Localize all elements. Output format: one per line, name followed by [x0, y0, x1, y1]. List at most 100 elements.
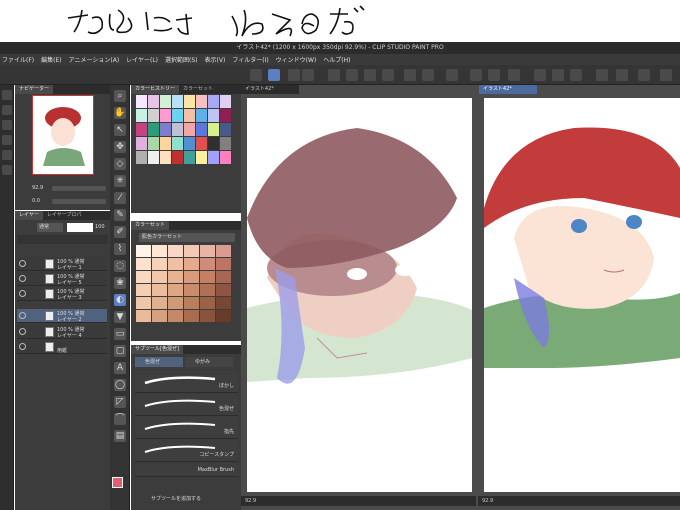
- ruler-icon[interactable]: ◸: [114, 396, 126, 408]
- deselect-icon[interactable]: [534, 69, 546, 81]
- brush-mode-icon[interactable]: [268, 69, 280, 81]
- history-swatch[interactable]: [196, 95, 207, 108]
- menu-selection[interactable]: 選択範囲(S): [165, 55, 198, 64]
- main-color-swatch[interactable]: [112, 477, 123, 488]
- skin-swatch[interactable]: [152, 258, 167, 270]
- history-swatch[interactable]: [148, 151, 159, 164]
- eye-icon[interactable]: [19, 290, 26, 297]
- history-swatch[interactable]: [160, 123, 171, 136]
- menu-edit[interactable]: 編集(E): [41, 55, 61, 64]
- skin-swatch[interactable]: [168, 245, 183, 257]
- rotate-slider[interactable]: [52, 199, 106, 204]
- history-swatch[interactable]: [184, 123, 195, 136]
- eye-icon[interactable]: [19, 260, 26, 267]
- history-swatch[interactable]: [136, 137, 147, 150]
- skin-swatch[interactable]: [168, 297, 183, 309]
- color-set-dropdown[interactable]: 肌色カラーセット: [139, 233, 235, 242]
- tab-layer[interactable]: レイヤー: [15, 211, 43, 220]
- skin-swatch[interactable]: [200, 258, 215, 270]
- history-swatch[interactable]: [172, 109, 183, 122]
- zoom-icon[interactable]: ⌕: [114, 90, 126, 102]
- zoom-slider[interactable]: [52, 186, 106, 191]
- brush-item[interactable]: ぼかし: [135, 371, 238, 393]
- undo-icon[interactable]: [404, 69, 416, 81]
- history-swatch[interactable]: [148, 95, 159, 108]
- history-swatch[interactable]: [160, 151, 171, 164]
- invert-selection-icon[interactable]: [552, 69, 564, 81]
- zoom-readout-left[interactable]: 92.9: [245, 498, 256, 504]
- ruler-icon[interactable]: [596, 69, 608, 81]
- layer-row[interactable]: 100 % 通常 レイヤー 5: [17, 272, 107, 286]
- skin-swatch[interactable]: [184, 297, 199, 309]
- skin-swatch[interactable]: [152, 284, 167, 296]
- eye-icon[interactable]: [19, 343, 26, 350]
- pen-icon[interactable]: [638, 69, 650, 81]
- layer-icon[interactable]: [2, 120, 12, 130]
- skin-swatch[interactable]: [184, 245, 199, 257]
- skin-swatch[interactable]: [136, 245, 151, 257]
- skin-swatch[interactable]: [152, 310, 167, 322]
- menu-layer[interactable]: レイヤー(L): [126, 55, 158, 64]
- history-swatch[interactable]: [184, 109, 195, 122]
- correct-line-icon[interactable]: ⌒: [114, 413, 126, 425]
- menu-view[interactable]: 表示(V): [205, 55, 226, 64]
- history-swatch[interactable]: [160, 95, 171, 108]
- eye-icon[interactable]: [19, 312, 26, 319]
- studio-icon[interactable]: [302, 69, 314, 81]
- skin-color-grid[interactable]: [136, 245, 236, 325]
- history-swatch[interactable]: [148, 137, 159, 150]
- tab-color-history[interactable]: カラーヒストリー: [131, 85, 180, 94]
- layer-row[interactable]: 100 % 通常 レイヤー 4: [17, 325, 107, 339]
- skin-swatch[interactable]: [136, 258, 151, 270]
- skin-swatch[interactable]: [152, 271, 167, 283]
- figure-icon[interactable]: ▢: [114, 345, 126, 357]
- eyedropper-icon[interactable]: ⁄: [114, 192, 126, 204]
- hand-icon[interactable]: ✋: [114, 107, 126, 119]
- skin-swatch[interactable]: [136, 310, 151, 322]
- skin-swatch[interactable]: [184, 258, 199, 270]
- history-swatch[interactable]: [196, 123, 207, 136]
- brush-item[interactable]: コピースタンプ: [135, 440, 238, 462]
- chevron-down-icon[interactable]: [288, 69, 300, 81]
- ruler-snap-icon[interactable]: [616, 69, 628, 81]
- skin-swatch[interactable]: [216, 258, 231, 270]
- skin-swatch[interactable]: [152, 297, 167, 309]
- brush-icon[interactable]: ⌇: [114, 243, 126, 255]
- skin-swatch[interactable]: [200, 310, 215, 322]
- frame-icon[interactable]: ▤: [114, 430, 126, 442]
- new-file-icon[interactable]: [328, 69, 340, 81]
- skin-swatch[interactable]: [136, 297, 151, 309]
- skin-swatch[interactable]: [136, 284, 151, 296]
- menu-window[interactable]: ウィンドウ(W): [276, 55, 317, 64]
- history-swatch[interactable]: [136, 151, 147, 164]
- history-swatch[interactable]: [136, 95, 147, 108]
- skin-swatch[interactable]: [136, 271, 151, 283]
- move-icon[interactable]: ✥: [114, 141, 126, 153]
- skin-swatch[interactable]: [216, 245, 231, 257]
- snap-icon[interactable]: [570, 69, 582, 81]
- fill-icon[interactable]: ▼: [114, 311, 126, 323]
- history-swatch[interactable]: [196, 137, 207, 150]
- group-blend[interactable]: 色混ぜ: [135, 357, 183, 367]
- skin-swatch[interactable]: [216, 284, 231, 296]
- save-icon[interactable]: [364, 69, 376, 81]
- skin-swatch[interactable]: [184, 284, 199, 296]
- history-swatch[interactable]: [184, 151, 195, 164]
- navigator-tab[interactable]: ナビゲーター: [15, 85, 54, 94]
- export-icon[interactable]: [382, 69, 394, 81]
- search-icon[interactable]: [2, 165, 12, 175]
- history-swatch[interactable]: [208, 151, 219, 164]
- add-subtool-button[interactable]: サブツールを追加する: [151, 495, 201, 502]
- skin-swatch[interactable]: [184, 310, 199, 322]
- open-folder-icon[interactable]: [346, 69, 358, 81]
- history-swatch[interactable]: [208, 137, 219, 150]
- opacity-bar[interactable]: [67, 223, 93, 232]
- redo-icon[interactable]: [422, 69, 434, 81]
- eye-icon[interactable]: [19, 328, 26, 335]
- skin-swatch[interactable]: [200, 271, 215, 283]
- left-canvas[interactable]: [247, 98, 472, 492]
- pencil-icon[interactable]: ✐: [114, 226, 126, 238]
- history-swatch[interactable]: [184, 137, 195, 150]
- pen-icon[interactable]: ✎: [114, 209, 126, 221]
- history-swatch[interactable]: [220, 109, 231, 122]
